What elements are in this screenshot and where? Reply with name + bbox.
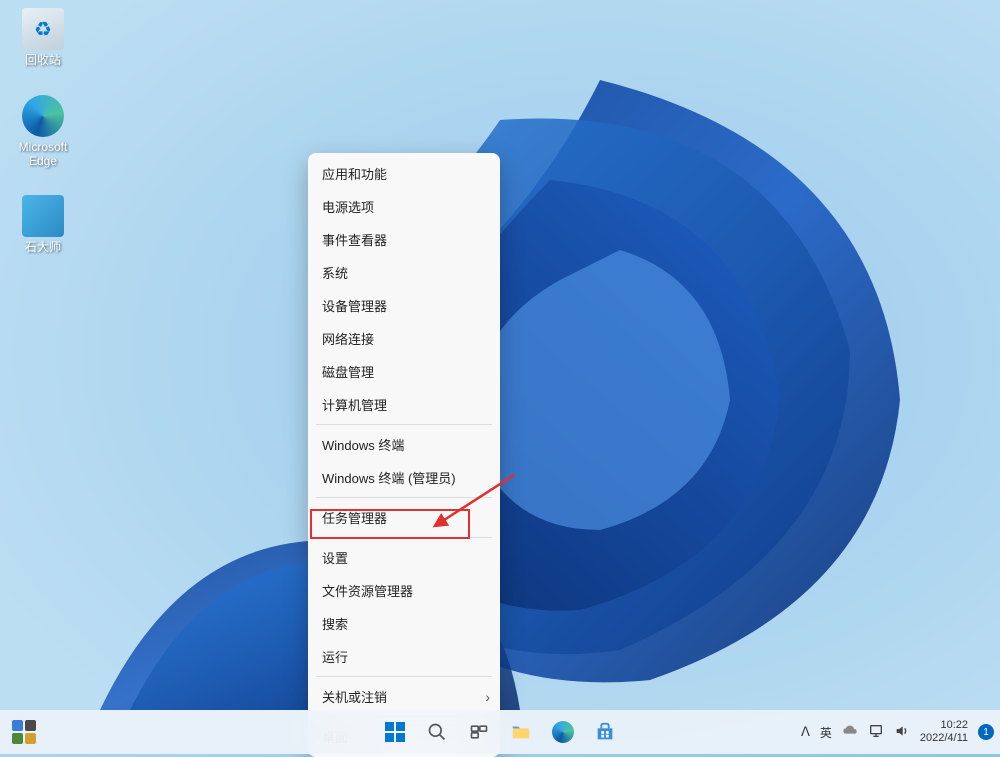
folder-icon [510, 721, 532, 743]
menu-network[interactable]: 网络连接 [308, 322, 500, 355]
menu-disk-management[interactable]: 磁盘管理 [308, 355, 500, 388]
icon-label: 石大师 [25, 240, 61, 254]
recycle-bin-icon [22, 8, 64, 50]
icon-label: Microsoft Edge [19, 140, 68, 169]
menu-windows-terminal[interactable]: Windows 终端 [308, 428, 500, 461]
date: 2022/4/11 [920, 732, 968, 745]
desktop-icon-shidashi[interactable]: 石大师 [8, 195, 78, 254]
menu-search[interactable]: 搜索 [308, 607, 500, 640]
taskbar: ᐱ 英 10:22 2022/4/11 1 [0, 710, 1000, 754]
desktop-wallpaper[interactable] [0, 0, 1000, 754]
icon-label: 回收站 [25, 53, 61, 67]
tray-chevron-up-icon[interactable]: ᐱ [801, 724, 810, 740]
menu-task-manager[interactable]: 任务管理器 [308, 501, 500, 534]
menu-system[interactable]: 系统 [308, 256, 500, 289]
menu-computer-management[interactable]: 计算机管理 [308, 388, 500, 421]
edge-icon [22, 95, 64, 137]
time: 10:22 [920, 719, 968, 732]
menu-event-viewer[interactable]: 事件查看器 [308, 223, 500, 256]
start-button[interactable] [376, 713, 414, 751]
menu-shutdown-signout[interactable]: 关机或注销 [308, 680, 500, 713]
onedrive-icon[interactable] [842, 723, 858, 742]
task-view-icon [469, 722, 489, 742]
menu-power-options[interactable]: 电源选项 [308, 190, 500, 223]
search-button[interactable] [418, 713, 456, 751]
notification-badge[interactable]: 1 [978, 724, 994, 740]
search-icon [427, 722, 447, 742]
volume-icon[interactable] [894, 723, 910, 742]
menu-settings[interactable]: 设置 [308, 541, 500, 574]
file-explorer-button[interactable] [502, 713, 540, 751]
menu-separator [316, 497, 492, 498]
menu-apps-features[interactable]: 应用和功能 [308, 157, 500, 190]
menu-separator [316, 537, 492, 538]
bloom-art [0, 0, 1000, 710]
menu-separator [316, 676, 492, 677]
desktop-icon-recycle-bin[interactable]: 回收站 [8, 8, 78, 67]
menu-separator [316, 424, 492, 425]
menu-run[interactable]: 运行 [308, 640, 500, 673]
network-icon[interactable] [868, 723, 884, 742]
desktop-icon-edge[interactable]: Microsoft Edge [8, 95, 78, 169]
menu-file-explorer[interactable]: 文件资源管理器 [308, 574, 500, 607]
windows-logo-icon [383, 720, 407, 744]
edge-button[interactable] [544, 713, 582, 751]
store-button[interactable] [586, 713, 624, 751]
start-context-menu: 应用和功能 电源选项 事件查看器 系统 设备管理器 网络连接 磁盘管理 计算机管… [308, 153, 500, 757]
store-icon [594, 721, 616, 743]
menu-windows-terminal-admin[interactable]: Windows 终端 (管理员) [308, 461, 500, 494]
menu-device-manager[interactable]: 设备管理器 [308, 289, 500, 322]
edge-icon [552, 721, 574, 743]
clock[interactable]: 10:22 2022/4/11 [920, 719, 968, 745]
ime-indicator[interactable]: 英 [820, 724, 832, 741]
widgets-button[interactable] [8, 716, 40, 748]
task-view-button[interactable] [460, 713, 498, 751]
app-icon [22, 195, 64, 237]
